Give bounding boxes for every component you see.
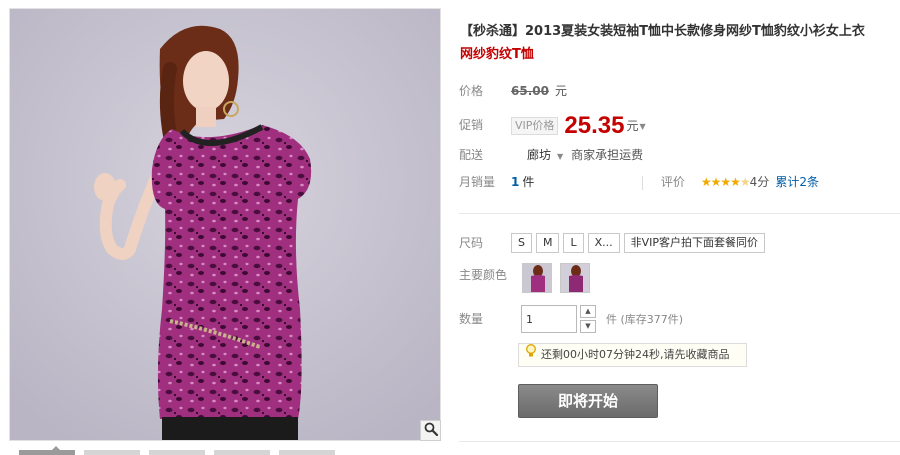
- price-unit: 元: [554, 84, 567, 98]
- vip-price-tag: VIP价格: [511, 116, 559, 135]
- price-label: 价格: [459, 84, 484, 98]
- quantity-label: 数量: [459, 312, 484, 326]
- quantity-row: 数量: [459, 308, 511, 330]
- product-title: 【秒杀通】2013夏装女装短袖T恤中长款修身网纱T恤豹纹小衫女上衣 网纱豹纹T恤: [460, 20, 900, 66]
- coming-soon-button[interactable]: 即将开始: [518, 384, 658, 418]
- quantity-decrease-button[interactable]: ▼: [580, 320, 596, 333]
- caret-down-icon: ▼: [557, 152, 564, 161]
- size-option-l[interactable]: L: [563, 232, 584, 253]
- size-option-m[interactable]: M: [535, 232, 560, 253]
- product-title-main: 【秒杀通】2013夏装女装短袖T恤中长款修身网纱T恤豹纹小衫女上衣: [460, 24, 865, 39]
- divider: [459, 213, 900, 214]
- thumbnail-item[interactable]: [19, 450, 75, 455]
- color-swatch-1[interactable]: [522, 263, 552, 293]
- shipping-location[interactable]: 廊坊 ▼: [527, 148, 563, 162]
- caret-down-icon[interactable]: ▼: [639, 122, 645, 131]
- thumbnail-item[interactable]: [279, 450, 335, 455]
- color-swatch-2[interactable]: [560, 263, 590, 293]
- thumbnail-item[interactable]: [84, 450, 140, 455]
- non-vip-package-button[interactable]: 非VIP客户拍下面套餐同价: [623, 232, 766, 253]
- countdown-text: 还剩00小时07分钟24秒,请先收藏商品: [541, 348, 730, 361]
- monthly-sales-unit: 件: [522, 175, 535, 189]
- promo-price: 25.35: [564, 111, 625, 139]
- zoom-button[interactable]: [420, 420, 441, 441]
- rating-score: 4分: [749, 175, 770, 189]
- size-option-xl[interactable]: X...: [587, 232, 620, 253]
- sales-row: 月销量 1 件 评价 ★★★★★4分 累计2条: [459, 171, 819, 193]
- price-row: 价格 65.00 元: [459, 80, 567, 102]
- thumbnail-strip: [9, 446, 441, 455]
- promo-unit: 元: [626, 118, 639, 133]
- thumbnail-item[interactable]: [149, 450, 205, 455]
- countdown-tip: 还剩00小时07分钟24秒,请先收藏商品: [518, 343, 747, 367]
- main-product-photo[interactable]: [9, 8, 441, 441]
- promo-label: 促销: [459, 118, 484, 132]
- shipping-label: 配送: [459, 148, 484, 162]
- product-info-panel: 【秒杀通】2013夏装女装短袖T恤中长款修身网纱T恤豹纹小衫女上衣 网纱豹纹T恤…: [459, 0, 900, 455]
- half-star-icon: ★: [739, 175, 751, 189]
- size-option-s[interactable]: S: [511, 232, 532, 253]
- stock-info: 件 (库存377件): [606, 313, 684, 326]
- rating-stars-icon: ★★★★: [700, 175, 741, 189]
- color-label: 主要颜色: [459, 268, 508, 282]
- review-count-link[interactable]: 累计2条: [775, 175, 819, 189]
- size-row: 尺码 S M L X... 非VIP客户拍下面套餐同价: [459, 231, 769, 253]
- promo-row: 促销 VIP价格 25.35 元▼: [459, 110, 646, 140]
- thumbnail-item[interactable]: [214, 450, 270, 455]
- monthly-sales-label: 月销量: [459, 175, 496, 189]
- color-row: 主要颜色: [459, 264, 523, 286]
- divider: [459, 441, 900, 442]
- lightbulb-icon: [525, 344, 537, 366]
- monthly-sales-count: 1: [511, 175, 520, 189]
- quantity-increase-button[interactable]: ▲: [580, 305, 596, 318]
- shipping-note: 商家承担运费: [571, 148, 644, 162]
- shipping-row: 配送 廊坊 ▼ 商家承担运费: [459, 144, 643, 166]
- size-label: 尺码: [459, 235, 484, 250]
- magnifier-icon: [424, 422, 438, 439]
- quantity-input[interactable]: [521, 305, 577, 333]
- review-label: 评价: [660, 175, 685, 189]
- divider: [642, 175, 644, 190]
- product-title-sub: 网纱豹纹T恤: [460, 47, 534, 62]
- original-price: 65.00: [511, 84, 549, 98]
